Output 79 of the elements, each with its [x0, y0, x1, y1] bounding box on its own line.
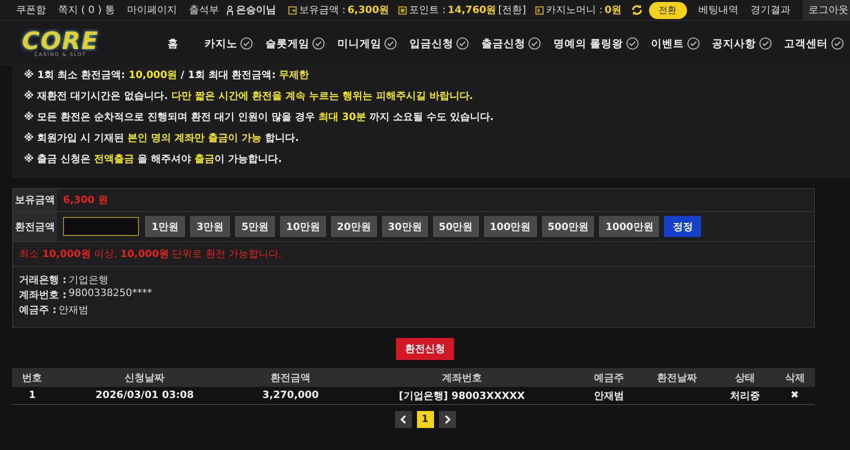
top-link[interactable]: 쪽지 ( 0 ) 통	[58, 3, 115, 17]
balance-value: 6,300원	[347, 4, 390, 17]
point-label: 포인트 :	[409, 4, 446, 17]
notice-text: ※ 회원가입 시 기재된 본인 명의 계좌만 출금이 가능 합니다.	[24, 133, 300, 145]
top-link[interactable]: 베팅내역	[698, 3, 739, 17]
bank-label: 계좌번호 :	[19, 289, 66, 302]
top-link[interactable]: 경기결과	[750, 3, 791, 17]
nav-item[interactable]: 공지사항	[712, 36, 772, 50]
quick-amount-button[interactable]: 5만원	[235, 216, 275, 237]
balance-label: 보유금액 :	[298, 4, 346, 17]
page-button[interactable]: 1	[416, 411, 434, 428]
column-header: 번호	[12, 368, 52, 387]
top-link[interactable]: 마이페이지	[126, 3, 177, 17]
balance-amount: 6,300 원	[62, 194, 110, 208]
previous-page-button[interactable]	[394, 411, 412, 428]
nav-item[interactable]: 명예의 롤링왕	[553, 36, 639, 50]
submit-button[interactable]: 환전신청	[396, 338, 454, 360]
notice-text: ※ 모든 환전은 순차적으로 진행되며 환전 대기 인원이 많을 경우 최대 30분 까지 소요될 수도 있습니다.	[24, 112, 495, 124]
column-header: 예금주	[580, 368, 638, 387]
bank-label: 예금주 :	[19, 304, 56, 317]
nav-item[interactable]: 입금신청	[409, 36, 470, 50]
quick-amount-button[interactable]: 20만원	[330, 216, 377, 237]
point-convert-link[interactable]: [전환]	[498, 3, 526, 17]
user-name: 은승이님	[236, 4, 276, 17]
bank-label: 거래은행 :	[19, 274, 66, 287]
quick-amount-button[interactable]: 100만원	[484, 216, 537, 237]
bank-value: 9800338250****	[68, 288, 152, 301]
table-cell: 처리중	[716, 387, 774, 404]
nav-item[interactable]: 이벤트	[651, 36, 700, 50]
nav-item[interactable]: 고객센터	[784, 36, 844, 50]
table-cell: 3,270,000	[236, 387, 344, 404]
chevron-left-icon	[398, 415, 408, 424]
casino-money-label: 카지노머니 :	[546, 4, 603, 17]
notice-text: ※ 출금 신청은 전액출금 을 해주셔야 출금이 가능합니다.	[24, 154, 283, 166]
casino-money-value: 0원	[604, 4, 622, 17]
nav-item[interactable]: 슬롯게임	[265, 36, 326, 50]
column-header: 계좌번호	[344, 368, 580, 387]
amount-field[interactable]	[63, 217, 139, 236]
wallet-icon	[288, 6, 297, 14]
column-header: 환전금액	[236, 368, 344, 387]
chevron-right-icon	[442, 415, 452, 424]
table-cell: 안재범	[580, 387, 638, 404]
user-icon	[226, 4, 234, 16]
bank-value: 안재범	[58, 304, 88, 317]
quick-amount-button[interactable]: 10만원	[280, 216, 326, 237]
column-header: 환전날짜	[638, 368, 716, 387]
quick-amount-button[interactable]: 50만원	[432, 216, 479, 237]
table-cell: [기업은행] 98003XXXXX	[344, 387, 580, 404]
form-label: 보유금액	[13, 189, 57, 211]
column-header: 상태	[716, 368, 774, 387]
notice-text: ※ 1회 최소 환전금액: 10,000원 / 1회 최대 환전금액: 무제한	[24, 70, 310, 82]
convert-button[interactable]: 전환	[648, 2, 687, 18]
point-icon	[398, 6, 408, 14]
next-page-button[interactable]	[438, 411, 456, 428]
quick-amount-button[interactable]: 3만원	[190, 216, 230, 237]
bank-value: 기업은행	[68, 274, 108, 287]
table-cell: 2026/03/01 03:08	[52, 387, 237, 404]
reset-button[interactable]: 정정	[664, 216, 702, 237]
table-cell: 1	[12, 387, 52, 404]
point-value: 14,760원	[448, 4, 496, 17]
quick-amount-button[interactable]: 30만원	[382, 216, 428, 237]
nav-item[interactable]: 미니게임	[337, 36, 398, 50]
casino-icon	[535, 6, 544, 14]
quick-amount-button[interactable]: 1만원	[145, 216, 185, 237]
quick-amount-button[interactable]: 500만원	[542, 216, 594, 237]
column-header: 삭제	[774, 368, 815, 387]
form-label: 환전금액	[13, 212, 57, 241]
nav-item[interactable]: 홈	[167, 36, 178, 50]
nav-item[interactable]: 카지노	[204, 36, 254, 50]
logout-button[interactable]: 로그아웃	[802, 0, 850, 20]
delete-button[interactable]: ✖	[790, 390, 799, 401]
top-link[interactable]: 출석부	[188, 3, 219, 17]
refresh-icon[interactable]	[630, 4, 643, 16]
column-header: 신청날짜	[52, 368, 237, 387]
nav-item[interactable]: 출금신청	[481, 36, 542, 50]
top-link[interactable]: 쿠폰함	[16, 3, 46, 17]
quick-amount-button[interactable]: 1000만원	[599, 216, 660, 237]
rule-text: 최소 10,000원 이상, 10,000원 단위로 환전 가능합니다.	[13, 242, 814, 267]
notice-text: ※ 재환전 대기시간은 없습니다. 다만 짧은 시간에 환전을 계속 누르는 행위는 피해주시길 바랍니다.	[24, 91, 474, 103]
